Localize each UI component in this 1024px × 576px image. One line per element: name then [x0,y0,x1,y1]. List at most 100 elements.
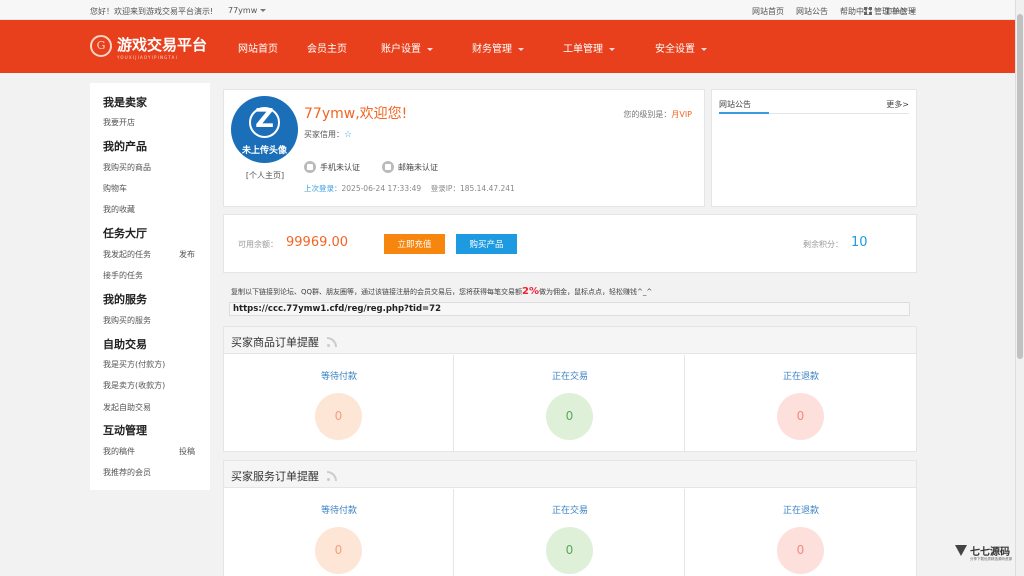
sidebar-item-favorites[interactable]: 我的收藏 [103,204,135,215]
buy-product-button[interactable]: 购买产品 [456,234,517,254]
credit-label: 买家信用： [304,130,344,139]
sidebar-item-my-tasks[interactable]: 我发起的任务 [103,249,151,260]
balance-card: 可用余额： 99969.00 立即充值 购买产品 剩余积分： 10 [223,214,917,273]
phone-auth[interactable]: 手机未认证 [304,161,360,173]
goods-trading[interactable]: 正在交易 0 [455,355,685,452]
referral-text-after: 做为佣金，鼠标点点，轻松赚钱^_^ [539,288,653,296]
cell-count: 0 [777,393,824,440]
username: 77ymw [228,6,258,15]
goods-orders-panel: 买家商品订单提醒 等待付款 0 正在交易 0 正在退款 0 [223,326,917,452]
sidebar-item-open-shop[interactable]: 我要开店 [103,117,135,128]
service-refunding[interactable]: 正在退款 0 [686,489,916,576]
sidebar-section-services: 我的服务 [103,293,147,306]
top-link-home[interactable]: 网站首页 [752,6,784,17]
watermark-sub: 分享下载优质精选源码资源 [970,557,1012,561]
logo-subtitle: YOUXIJIAOYIPINGTAI [117,55,178,60]
nav-security-label: 安全设置 [655,44,695,55]
balance-amount: 99969.00 [286,235,349,250]
points-value: 10 [851,235,868,250]
sidebar-item-start-trade[interactable]: 发起自助交易 [103,402,151,413]
watermark-triangle-icon [955,545,967,556]
cell-count: 0 [315,393,362,440]
watermark-logo: 七七源码 分享下载优质精选源码资源 [951,541,1017,567]
sidebar-item-buyer[interactable]: 我是买方(付款方) [103,359,165,370]
sidebar-section-products: 我的产品 [103,140,147,153]
nav-finance[interactable]: 财务管理 [472,40,524,55]
email-auth[interactable]: 邮箱未认证 [382,161,438,173]
main-header: G 游戏交易平台 YOUXIJIAOYIPINGTAI 网站首页 会员主页 账户… [0,20,1024,73]
sidebar-item-purchased-services[interactable]: 我购买的服务 [103,315,151,326]
top-bar: 您好！欢迎来到游戏交易平台演示! 77ymw 网站首页 网站公告 帮助中心 工单… [0,0,1024,20]
sidebar-item-cart[interactable]: 购物车 [103,183,127,194]
site-logo[interactable]: G 游戏交易平台 YOUXIJIAOYIPINGTAI [90,34,208,64]
cell-count: 0 [777,527,824,574]
rss-icon [327,337,337,347]
top-link-notice[interactable]: 网站公告 [796,6,828,17]
nav-security[interactable]: 安全设置 [655,40,707,55]
chevron-down-icon [609,47,615,51]
profile-card: Z 未上传头像 [个人主页] 77ymw,欢迎您! 买家信用：☆ 您的级别是：月… [223,89,705,207]
sidebar-item-referred-members[interactable]: 我推荐的会员 [103,467,151,478]
cell-label: 正在退款 [782,506,819,516]
last-login-label: 上次登录： [304,184,342,193]
phone-auth-label: 手机未认证 [320,162,360,172]
nav-home[interactable]: 网站首页 [238,40,278,55]
nav-account-label: 账户设置 [381,44,421,55]
service-orders-panel: 买家服务订单提醒 等待付款 0 正在交易 0 正在退款 0 [223,460,917,576]
logo-title: 游戏交易平台 [117,36,208,54]
user-menu[interactable]: 77ymw [228,6,267,15]
sidebar-item-publish-task[interactable]: 发布 [179,249,195,260]
chevron-down-icon [260,9,267,12]
sidebar-section-interaction: 互动管理 [103,424,147,437]
referral-url-field[interactable]: https://ccc.77ymw1.cfd/reg/reg.php?tid=7… [229,302,910,316]
service-orders-title: 买家服务订单提醒 [231,470,319,483]
manage-center-menu[interactable]: 管理中心 [864,6,915,17]
star-icon: ☆ [344,130,353,140]
sidebar: 我是卖家 我要开店 我的产品 我购买的商品 购物车 我的收藏 任务大厅 我发起的… [90,83,210,490]
scrollbar-thumb[interactable] [1017,14,1023,359]
notice-more-link[interactable]: 更多> [886,99,909,110]
referral-percent: 2% [522,286,540,297]
sidebar-item-seller[interactable]: 我是卖方(收款方) [103,380,165,391]
cell-label: 等待付款 [320,506,357,516]
site-notice-card: 网站公告 更多> [711,89,917,207]
nav-member-label: 会员主页 [307,44,347,55]
avatar[interactable]: Z 未上传头像 [231,96,298,163]
manage-center-label: 管理中心 [874,7,906,16]
sidebar-item-purchased-goods[interactable]: 我购买的商品 [103,162,151,173]
chevron-down-icon [518,47,524,51]
nav-member[interactable]: 会员主页 [307,40,347,55]
goods-refunding[interactable]: 正在退款 0 [686,355,916,452]
service-orders-header: 买家服务订单提醒 [224,461,916,488]
nav-ticket[interactable]: 工单管理 [563,40,615,55]
goods-orders-header: 买家商品订单提醒 [224,327,916,354]
phone-icon [304,161,316,173]
recharge-button[interactable]: 立即充值 [384,234,445,254]
watermark-name: 七七源码 [970,547,1010,558]
cell-label: 正在退款 [782,372,819,382]
referral-box: 复制以下链接到论坛、QQ群、朋友圈等，通过该链接注册的会员交易后，您将获得每笔交… [223,282,917,320]
goods-waiting-payment[interactable]: 等待付款 0 [224,355,454,452]
service-waiting-payment[interactable]: 等待付款 0 [224,489,454,576]
nav-finance-label: 财务管理 [472,44,512,55]
level-value[interactable]: 月VIP [671,110,692,119]
sidebar-section-tasks: 任务大厅 [103,227,147,240]
sidebar-item-submit-article[interactable]: 投稿 [179,446,195,457]
sidebar-item-taken-tasks[interactable]: 接手的任务 [103,270,143,281]
service-trading[interactable]: 正在交易 0 [455,489,685,576]
notice-underline [719,112,769,114]
personal-homepage-link[interactable]: [个人主页] [224,170,306,181]
nav-ticket-label: 工单管理 [563,44,603,55]
page-scrollbar[interactable] [1015,0,1024,576]
mail-icon [382,161,394,173]
balance-label: 可用余额： [238,240,278,249]
nav-account[interactable]: 账户设置 [381,40,433,55]
avatar-logo-icon: Z [255,104,274,134]
nav-home-label: 网站首页 [238,44,278,55]
member-level: 您的级别是：月VIP [623,109,692,120]
last-login-time: 2025-06-24 17:33:49 [341,184,422,193]
sidebar-item-my-articles[interactable]: 我的稿件 [103,446,135,457]
email-auth-label: 邮箱未认证 [398,162,438,172]
cell-label: 正在交易 [551,506,588,516]
avatar-label: 未上传头像 [241,146,287,156]
